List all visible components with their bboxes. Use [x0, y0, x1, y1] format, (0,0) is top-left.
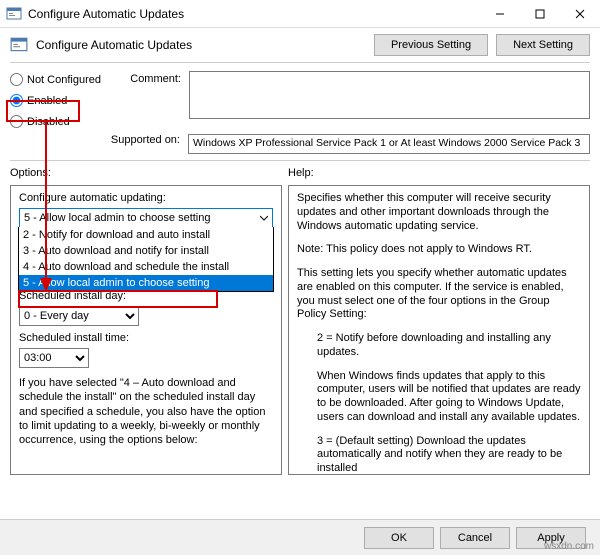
options-label: Options:: [10, 165, 282, 185]
radio-disabled[interactable]: Disabled: [10, 115, 101, 128]
help-p2: Note: This policy does not apply to Wind…: [297, 243, 581, 257]
watermark: wsxdn.com: [544, 541, 594, 552]
comment-field: Comment:: [111, 71, 590, 119]
supported-value: Windows XP Professional Service Pack 1 o…: [188, 134, 590, 154]
previous-setting-button[interactable]: Previous Setting: [374, 34, 488, 56]
state-radios: Not Configured Enabled Disabled: [10, 71, 101, 128]
radio-enabled-label: Enabled: [27, 95, 67, 107]
help-p6: 3 = (Default setting) Download the updat…: [297, 435, 581, 476]
page-title: Configure Automatic Updates: [36, 38, 366, 52]
supported-label: Supported on:: [10, 134, 180, 146]
radio-not-configured[interactable]: Not Configured: [10, 73, 101, 86]
titlebar: Configure Automatic Updates: [0, 0, 600, 28]
dropdown-option-2[interactable]: 2 - Notify for download and auto install: [19, 227, 273, 243]
chevron-down-icon: [260, 214, 268, 222]
dropdown-selected[interactable]: 5 - Allow local admin to choose setting: [20, 209, 272, 227]
minimize-button[interactable]: [480, 0, 520, 28]
help-p5: When Windows finds updates that apply to…: [297, 370, 581, 425]
policy-icon: [10, 36, 28, 54]
close-button[interactable]: [560, 0, 600, 28]
options-column: Options: Configure automatic updating: 5…: [10, 165, 282, 475]
comment-label: Comment:: [111, 71, 181, 85]
help-column: Help: Specifies whether this computer wi…: [288, 165, 590, 475]
footer: OK Cancel Apply: [0, 519, 600, 555]
cancel-button[interactable]: Cancel: [440, 527, 510, 549]
dropdown-option-5[interactable]: 5 - Allow local admin to choose setting: [19, 275, 273, 291]
header-row: Configure Automatic Updates Previous Set…: [0, 28, 600, 62]
help-p3: This setting lets you specify whether au…: [297, 267, 581, 322]
comment-column: Comment:: [111, 71, 590, 128]
app-icon: [6, 6, 22, 22]
configure-updating-dropdown[interactable]: 5 - Allow local admin to choose setting …: [19, 208, 273, 228]
window-buttons: [480, 0, 600, 28]
panels: Options: Configure automatic updating: 5…: [0, 165, 600, 475]
schedule-block: Scheduled install day: 0 - Every day Sch…: [19, 290, 273, 447]
maximize-button[interactable]: [520, 0, 560, 28]
help-label: Help:: [288, 165, 590, 185]
dropdown-option-3[interactable]: 3 - Auto download and notify for install: [19, 243, 273, 259]
state-row: Not Configured Enabled Disabled Comment:: [0, 67, 600, 134]
options-panel: Configure automatic updating: 5 - Allow …: [10, 185, 282, 475]
radio-disabled-label: Disabled: [27, 116, 70, 128]
radio-enabled-input[interactable]: [10, 94, 23, 107]
configure-updating-label: Configure automatic updating:: [19, 192, 273, 204]
ok-button[interactable]: OK: [364, 527, 434, 549]
sched-day-select[interactable]: 0 - Every day: [19, 306, 139, 326]
radio-not-configured-label: Not Configured: [27, 74, 101, 86]
radio-not-configured-input[interactable]: [10, 73, 23, 86]
help-p1: Specifies whether this computer will rec…: [297, 192, 581, 233]
dropdown-selected-text: 5 - Allow local admin to choose setting: [24, 212, 211, 224]
dropdown-option-4[interactable]: 4 - Auto download and schedule the insta…: [19, 259, 273, 275]
help-panel[interactable]: Specifies whether this computer will rec…: [288, 185, 590, 475]
window-title: Configure Automatic Updates: [28, 7, 480, 21]
sched-time-label: Scheduled install time:: [19, 332, 273, 344]
options-note: If you have selected "4 – Auto download …: [19, 376, 273, 447]
help-p4: 2 = Notify before downloading and instal…: [297, 332, 581, 360]
dropdown-list: 2 - Notify for download and auto install…: [18, 227, 274, 292]
sched-time-select[interactable]: 03:00: [19, 348, 89, 368]
comment-input[interactable]: [189, 71, 590, 119]
next-setting-button[interactable]: Next Setting: [496, 34, 590, 56]
supported-row: Supported on: Windows XP Professional Se…: [0, 134, 600, 160]
divider: [10, 62, 590, 63]
radio-enabled[interactable]: Enabled: [10, 94, 101, 107]
radio-disabled-input[interactable]: [10, 115, 23, 128]
divider: [10, 160, 590, 161]
